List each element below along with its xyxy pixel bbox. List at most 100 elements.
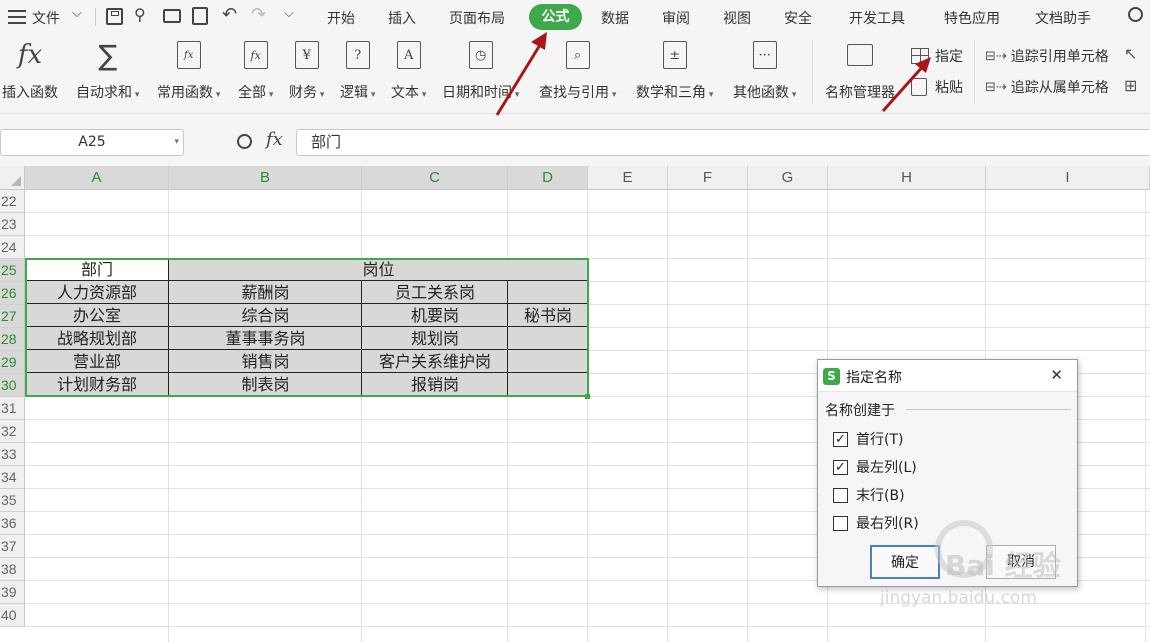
undo-icon[interactable]: ↶: [222, 4, 237, 25]
row-header[interactable]: 32: [0, 420, 25, 443]
name-box[interactable]: A25 ▾: [0, 129, 184, 156]
tab-doc-assistant[interactable]: 文档助手: [1035, 8, 1091, 28]
checkbox-box[interactable]: [833, 487, 848, 503]
redo-icon[interactable]: ↷: [251, 4, 266, 25]
row-header[interactable]: 24: [0, 236, 25, 259]
finance-button[interactable]: ¥ 财务 ▾: [289, 38, 324, 102]
clock-icon: ◷: [466, 38, 496, 72]
fill-handle[interactable]: [585, 394, 590, 399]
autosum-button[interactable]: ∑ 自动求和 ▾: [76, 38, 139, 102]
checkbox-left-column[interactable]: ✓ 最左列(L): [833, 457, 917, 477]
tab-home[interactable]: 开始: [327, 8, 355, 28]
chevron-down-icon[interactable]: ▾: [174, 130, 179, 155]
tab-special-apps[interactable]: 特色应用: [944, 8, 1000, 28]
row-header[interactable]: 29: [0, 351, 25, 374]
more-dropdown-icon[interactable]: ⌵: [284, 6, 294, 21]
format-painter-icon[interactable]: ⚲: [134, 5, 146, 24]
row-header[interactable]: 35: [0, 489, 25, 512]
row-header[interactable]: 30: [0, 374, 25, 397]
remove-arrows-icon[interactable]: ↖: [1124, 44, 1137, 63]
formula-input[interactable]: 部门: [296, 129, 1150, 156]
file-menu[interactable]: 文件: [32, 8, 60, 28]
row-header[interactable]: 26: [0, 282, 25, 305]
paste-name-button[interactable]: 粘贴: [911, 77, 963, 97]
ok-button[interactable]: 确定: [870, 545, 940, 579]
trace-arrow-icon: ⊟⇢: [985, 48, 1007, 64]
select-all-corner[interactable]: [0, 166, 25, 190]
math-button[interactable]: ± 数学和三角 ▾: [636, 38, 713, 102]
tab-page-layout[interactable]: 页面布局: [449, 8, 505, 28]
col-header-a[interactable]: A: [25, 166, 169, 190]
tab-developer[interactable]: 开发工具: [849, 8, 905, 28]
row-header[interactable]: 40: [0, 604, 25, 627]
lookup-button[interactable]: ⌕ 查找与引用 ▾: [539, 38, 616, 102]
dialog-titlebar[interactable]: S 指定名称 ✕: [818, 360, 1077, 392]
other-functions-button[interactable]: ··· 其他函数 ▾: [733, 38, 796, 102]
insert-function-button[interactable]: fx 插入函数: [2, 38, 58, 102]
name-manager-button[interactable]: 名称管理器: [825, 38, 895, 102]
row-header[interactable]: 36: [0, 512, 25, 535]
selection-border: [25, 258, 589, 397]
dialog-title: 指定名称: [846, 370, 902, 386]
tab-insert[interactable]: 插入: [388, 8, 416, 28]
logic-button[interactable]: ? 逻辑 ▾: [340, 38, 375, 102]
row-header[interactable]: 28: [0, 328, 25, 351]
show-formulas-icon[interactable]: ⊞: [1124, 76, 1137, 95]
tab-view[interactable]: 视图: [723, 8, 751, 28]
checkbox-box[interactable]: ✓: [833, 459, 848, 475]
row-header[interactable]: 38: [0, 558, 25, 581]
checkbox-last-row[interactable]: 末行(B): [833, 485, 905, 505]
checkbox-right-column[interactable]: 最右列(R): [833, 513, 919, 533]
row-header[interactable]: 33: [0, 443, 25, 466]
chevron-down-icon[interactable]: ⌵: [72, 6, 82, 21]
divider: [812, 40, 813, 104]
common-functions-button[interactable]: fx 常用函数 ▾: [157, 38, 220, 102]
yen-icon: ¥: [292, 38, 322, 72]
row-header[interactable]: 31: [0, 397, 25, 420]
fx-icon: fx: [17, 40, 43, 70]
row-header[interactable]: 27: [0, 305, 25, 328]
row-header[interactable]: 39: [0, 581, 25, 604]
fx-icon[interactable]: fx: [266, 129, 283, 150]
col-header-h[interactable]: H: [828, 166, 986, 190]
col-header-c[interactable]: C: [362, 166, 508, 190]
checkbox-first-row[interactable]: ✓ 首行(T): [833, 429, 903, 449]
col-header-e[interactable]: E: [588, 166, 668, 190]
col-header-i[interactable]: I: [986, 166, 1150, 190]
row-header[interactable]: 25: [0, 259, 25, 282]
specify-button[interactable]: 指定: [911, 46, 963, 66]
save-icon[interactable]: [106, 8, 123, 25]
col-header-d[interactable]: D: [508, 166, 588, 190]
wps-sheet-icon: S: [823, 368, 840, 385]
row-header[interactable]: 37: [0, 535, 25, 558]
gridline: [25, 212, 1150, 213]
gridline: [25, 603, 1150, 604]
checkbox-box[interactable]: ✓: [833, 431, 848, 447]
datetime-button[interactable]: ◷ 日期和时间 ▾: [442, 38, 519, 102]
name-manager-icon: [845, 38, 875, 72]
cancel-button[interactable]: 取消: [986, 545, 1056, 579]
sigma-icon: ∑: [98, 38, 118, 72]
trace-precedents-button[interactable]: ⊟⇢ 追踪引用单元格: [985, 46, 1109, 66]
tab-formulas[interactable]: 公式: [529, 4, 582, 30]
print-icon[interactable]: [163, 9, 181, 23]
all-functions-button[interactable]: fx 全部 ▾: [238, 38, 273, 102]
row-header[interactable]: 34: [0, 466, 25, 489]
col-header-b[interactable]: B: [169, 166, 362, 190]
text-button[interactable]: A 文本 ▾: [391, 38, 426, 102]
zoom-search-icon[interactable]: [237, 134, 252, 149]
row-header[interactable]: 23: [0, 213, 25, 236]
trace-dependents-button[interactable]: ⊟⇢ 追踪从属单元格: [985, 77, 1109, 97]
close-icon[interactable]: ✕: [1050, 366, 1063, 384]
tab-security[interactable]: 安全: [784, 8, 812, 28]
checkbox-box[interactable]: [833, 515, 848, 531]
hamburger-menu-icon[interactable]: [8, 10, 26, 24]
tab-data[interactable]: 数据: [601, 8, 629, 28]
search-icon[interactable]: [1128, 7, 1143, 22]
clipboard-icon: [911, 78, 927, 96]
row-header[interactable]: 22: [0, 190, 25, 213]
col-header-f[interactable]: F: [668, 166, 748, 190]
col-header-g[interactable]: G: [748, 166, 828, 190]
print-preview-icon[interactable]: [192, 7, 208, 25]
tab-review[interactable]: 审阅: [662, 8, 690, 28]
